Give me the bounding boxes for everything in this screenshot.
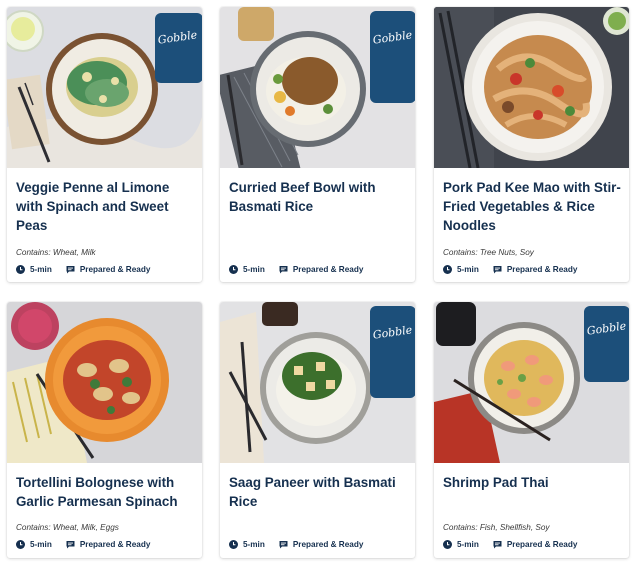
meal-package: Gobble [370, 11, 415, 103]
meal-package: Gobble [370, 306, 415, 398]
prep-label: Prepared & Ready [506, 265, 578, 274]
prep-label: Prepared & Ready [292, 265, 364, 274]
meal-photo[interactable] [7, 302, 202, 463]
meal-title[interactable]: Shrimp Pad Thai [443, 473, 621, 492]
chat-bubble-icon [279, 540, 288, 549]
meal-card[interactable]: Gobble Shrimp Pad Thai Contains: Fish, S… [434, 302, 629, 558]
prep-label: Prepared & Ready [79, 540, 151, 549]
meal-photo[interactable]: Gobble [434, 302, 629, 463]
clock-icon [443, 540, 452, 549]
chat-bubble-icon [279, 265, 288, 274]
chat-bubble-icon [66, 265, 75, 274]
meal-meta: 5-min Prepared & Ready [443, 540, 577, 549]
meal-meta: 5-min Prepared & Ready [229, 540, 363, 549]
allergen-text: Contains: Wheat, Milk, Eggs [16, 523, 119, 532]
time-label: 5-min [243, 265, 265, 274]
meal-photo[interactable]: Gobble [7, 7, 202, 168]
clock-icon [229, 265, 238, 274]
meal-title[interactable]: Curried Beef Bowl with Basmati Rice [229, 178, 407, 216]
chat-bubble-icon [66, 540, 75, 549]
meal-photo[interactable] [434, 7, 629, 168]
clock-icon [443, 265, 452, 274]
clock-icon [16, 265, 25, 274]
time-label: 5-min [457, 265, 479, 274]
meal-title[interactable]: Tortellini Bolognese with Garlic Parmesa… [16, 473, 194, 511]
meal-card[interactable]: Pork Pad Kee Mao with Stir-Fried Vegetab… [434, 7, 629, 282]
prep-label: Prepared & Ready [79, 265, 151, 274]
chat-bubble-icon [493, 265, 502, 274]
clock-icon [16, 540, 25, 549]
time-label: 5-min [30, 265, 52, 274]
meal-package: Gobble [584, 306, 629, 382]
meal-package: Gobble [155, 13, 202, 83]
clock-icon [229, 540, 238, 549]
meal-title[interactable]: Veggie Penne al Limone with Spinach and … [16, 178, 194, 235]
meal-meta: 5-min Prepared & Ready [229, 265, 363, 274]
meal-title[interactable]: Saag Paneer with Basmati Rice [229, 473, 407, 511]
meal-meta: 5-min Prepared & Ready [16, 540, 150, 549]
allergen-text: Contains: Tree Nuts, Soy [443, 248, 534, 257]
meal-grid: Gobble Veggie Penne al Limone with Spina… [0, 0, 634, 568]
time-label: 5-min [30, 540, 52, 549]
meal-card[interactable]: Gobble Veggie Penne al Limone with Spina… [7, 7, 202, 282]
meal-card[interactable]: Tortellini Bolognese with Garlic Parmesa… [7, 302, 202, 558]
chat-bubble-icon [493, 540, 502, 549]
meal-title[interactable]: Pork Pad Kee Mao with Stir-Fried Vegetab… [443, 178, 621, 235]
prep-label: Prepared & Ready [292, 540, 364, 549]
time-label: 5-min [457, 540, 479, 549]
meal-photo[interactable]: Gobble [220, 7, 415, 168]
allergen-text: Contains: Wheat, Milk [16, 248, 96, 257]
meal-photo[interactable]: Gobble [220, 302, 415, 463]
meal-card[interactable]: Gobble Curried Beef Bowl with Basmati Ri… [220, 7, 415, 282]
prep-label: Prepared & Ready [506, 540, 578, 549]
allergen-text: Contains: Fish, Shellfish, Soy [443, 523, 550, 532]
meal-meta: 5-min Prepared & Ready [443, 265, 577, 274]
meal-meta: 5-min Prepared & Ready [16, 265, 150, 274]
meal-card[interactable]: Gobble Saag Paneer with Basmati Rice 5-m… [220, 302, 415, 558]
time-label: 5-min [243, 540, 265, 549]
